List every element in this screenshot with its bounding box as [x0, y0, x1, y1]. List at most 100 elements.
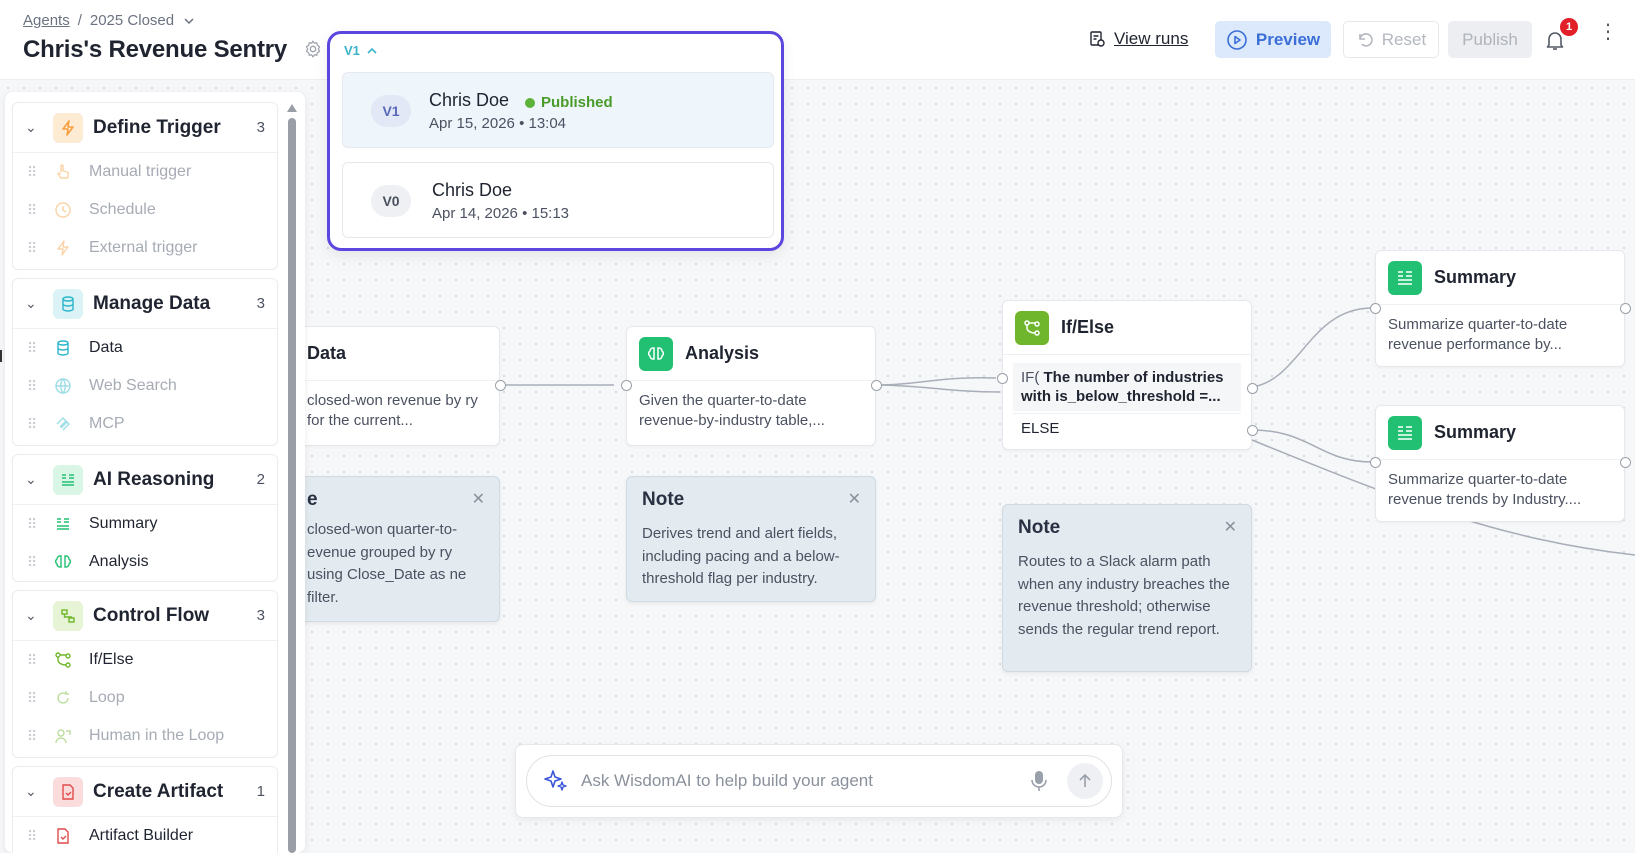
breadcrumb-current[interactable]: 2025 Closed [90, 12, 174, 29]
palette-item-manual-trigger[interactable]: ⠿ Manual trigger [13, 153, 277, 191]
palette-item-label: Manual trigger [89, 163, 192, 180]
drag-handle-icon[interactable]: ⠿ [27, 164, 41, 181]
summary-node-1-body: Summarize quarter-to-date revenue perfor… [1388, 316, 1568, 353]
summary-node-2-output-port[interactable] [1620, 457, 1631, 468]
summary-node-2-body: Summarize quarter-to-date revenue trends… [1388, 471, 1582, 508]
if-output-port[interactable] [1247, 383, 1258, 394]
palette-item-summary[interactable]: ⠿ Summary [13, 505, 277, 543]
mcp-icon [53, 414, 73, 434]
group-title: AI Reasoning [93, 468, 215, 490]
ifelse-node[interactable]: If/Else IF( The number of industries wit… [997, 300, 1258, 450]
summary-node-1-output-port[interactable] [1620, 303, 1631, 314]
group-count: 2 [256, 471, 265, 488]
drag-handle-icon[interactable]: ⠿ [27, 202, 41, 219]
group-create-artifact: ⌄ Create Artifact 1 ⠿ Artifact Builder [12, 766, 278, 853]
else-keyword: ELSE [1021, 420, 1060, 437]
close-icon[interactable]: ✕ [848, 489, 861, 509]
drag-handle-icon[interactable]: ⠿ [27, 690, 41, 707]
palette-item-web-search[interactable]: ⠿ Web Search [13, 367, 277, 405]
drag-handle-icon[interactable]: ⠿ [27, 340, 41, 357]
else-row[interactable]: ELSE [1013, 413, 1241, 443]
scroll-up-arrow-icon[interactable] [287, 104, 297, 112]
summary-node-2-title: Summary [1434, 422, 1517, 442]
else-output-port[interactable] [1247, 425, 1258, 436]
reset-button[interactable]: Reset [1343, 21, 1439, 58]
view-runs-label: View runs [1114, 29, 1189, 48]
ask-input-container[interactable] [526, 755, 1112, 807]
close-icon[interactable]: ✕ [472, 489, 485, 509]
breadcrumb-agents-link[interactable]: Agents [23, 12, 70, 29]
summary-node-1[interactable]: Summary Summarize quarter-to-date revenu… [1370, 250, 1631, 367]
palette-item-label: If/Else [89, 651, 134, 668]
analysis-node-input-port[interactable] [621, 380, 632, 391]
chevron-down-icon[interactable]: ⌄ [25, 607, 41, 624]
chevron-down-icon[interactable]: ⌄ [25, 295, 41, 312]
chevron-down-icon[interactable] [182, 14, 196, 28]
palette-item-artifact-builder[interactable]: ⠿ Artifact Builder [13, 817, 277, 853]
group-count: 3 [256, 295, 265, 312]
palette-item-label: Loop [89, 689, 125, 706]
palette-item-data[interactable]: ⠿ Data [13, 329, 277, 367]
list-ai-icon [53, 464, 83, 495]
palette-item-loop[interactable]: ⠿ Loop [13, 679, 277, 717]
send-button[interactable] [1067, 763, 1103, 799]
analysis-node-title: Analysis [685, 343, 760, 363]
drag-handle-icon[interactable]: ⠿ [27, 416, 41, 433]
note-card-2[interactable]: Note ✕ Derives trend and alert fields, i… [626, 476, 876, 602]
analysis-node[interactable]: Analysis Given the quarter-to-date reven… [621, 326, 882, 446]
ifelse-node-title: If/Else [1061, 317, 1115, 337]
chevron-down-icon[interactable]: ⌄ [25, 783, 41, 800]
group-control-flow: ⌄ Control Flow 3 ⠿ If/Else ⠿ Loop ⠿ Huma… [12, 590, 278, 758]
drag-handle-icon[interactable]: ⠿ [27, 828, 41, 845]
preview-button[interactable]: Preview [1215, 21, 1331, 58]
arrow-up-icon [1079, 773, 1091, 787]
drag-handle-icon[interactable]: ⠿ [27, 554, 41, 571]
drag-handle-icon[interactable]: ⠿ [27, 240, 41, 257]
gear-icon[interactable] [303, 39, 323, 59]
publish-button[interactable]: Publish [1448, 21, 1532, 58]
palette-item-if-else[interactable]: ⠿ If/Else [13, 641, 277, 679]
close-icon[interactable]: ✕ [1224, 517, 1237, 537]
chevron-down-icon[interactable]: ⌄ [25, 119, 41, 136]
view-runs-button[interactable]: View runs [1088, 22, 1188, 56]
palette-item-human-in-the-loop[interactable]: ⠿ Human in the Loop [13, 717, 277, 755]
more-options-icon[interactable]: ⋮ [1598, 22, 1618, 50]
group-manage-data-header[interactable]: ⌄ Manage Data 3 [13, 279, 277, 329]
scrollbar-thumb[interactable] [288, 118, 296, 853]
palette-item-mcp[interactable]: ⠿ MCP [13, 405, 277, 443]
version-item-v0[interactable]: V0 Chris Doe Apr 14, 2026 • 15:13 [342, 162, 774, 238]
branch-icon [53, 650, 73, 670]
summary-node-1-input-port[interactable] [1370, 303, 1381, 314]
sidebar-scrollbar[interactable] [287, 104, 297, 853]
version-history-popover: V1 V1 Chris Doe Published Apr 15, 2026 •… [327, 31, 784, 251]
palette-item-label: Summary [89, 515, 158, 532]
group-title: Create Artifact [93, 780, 224, 802]
summary-node-2[interactable]: Summary Summarize quarter-to-date revenu… [1370, 405, 1631, 522]
drag-handle-icon[interactable]: ⠿ [27, 516, 41, 533]
palette-item-external-trigger[interactable]: ⠿ External trigger [13, 229, 277, 267]
palette-item-analysis[interactable]: ⠿ Analysis [13, 543, 277, 581]
summary-node-2-input-port[interactable] [1370, 457, 1381, 468]
group-create-artifact-header[interactable]: ⌄ Create Artifact 1 [13, 767, 277, 817]
palette-item-schedule[interactable]: ⠿ Schedule [13, 191, 277, 229]
microphone-icon[interactable] [1029, 769, 1049, 793]
drag-handle-icon[interactable]: ⠿ [27, 728, 41, 745]
version-item-v1[interactable]: V1 Chris Doe Published Apr 15, 2026 • 13… [342, 72, 774, 148]
ask-input[interactable] [581, 771, 1029, 791]
palette-item-label: MCP [89, 415, 125, 432]
if-condition-row[interactable]: IF( The number of industries with is_bel… [1013, 363, 1241, 411]
group-title: Define Trigger [93, 116, 221, 138]
file-icon [53, 826, 73, 846]
note-3-body: Routes to a Slack alarm path when any in… [1018, 553, 1230, 638]
analysis-node-output-port[interactable] [871, 380, 882, 391]
data-node-output-port[interactable] [495, 380, 506, 391]
group-control-flow-header[interactable]: ⌄ Control Flow 3 [13, 591, 277, 641]
group-define-trigger-header[interactable]: ⌄ Define Trigger 3 [13, 103, 277, 153]
drag-handle-icon[interactable]: ⠿ [27, 378, 41, 395]
group-ai-reasoning-header[interactable]: ⌄ AI Reasoning 2 [13, 455, 277, 505]
ifelse-node-input-port[interactable] [997, 373, 1008, 384]
note-card-3[interactable]: Note ✕ Routes to a Slack alarm path when… [1002, 504, 1252, 672]
chevron-down-icon[interactable]: ⌄ [25, 471, 41, 488]
version-toggle[interactable]: V1 [344, 43, 378, 58]
drag-handle-icon[interactable]: ⠿ [27, 652, 41, 669]
